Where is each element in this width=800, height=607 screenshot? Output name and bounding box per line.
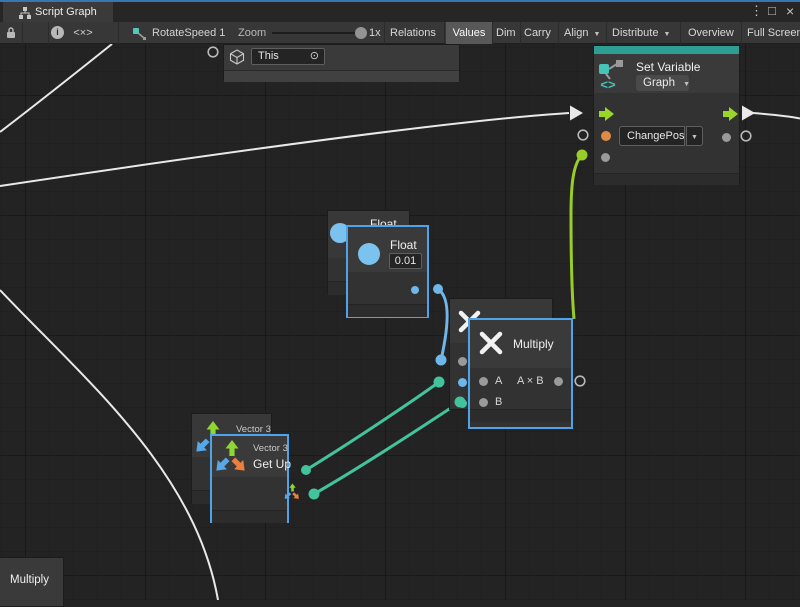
graph-breadcrumb-icon	[132, 26, 147, 41]
variable-kind-value: Graph	[643, 77, 675, 89]
this-node[interactable]: This ⊙	[223, 44, 460, 81]
chevron-down-icon: ▼	[593, 31, 600, 38]
variable-name-field[interactable]: ChangePos	[619, 126, 685, 146]
float-type-icon	[358, 243, 380, 265]
set-variable-title: Set Variable	[636, 60, 700, 74]
multiply-input-b-port[interactable]	[479, 398, 488, 407]
float-node[interactable]: Float 0.01	[346, 225, 429, 318]
variable-kind-dropdown[interactable]: Graph ▼	[636, 75, 689, 91]
script-graph-window: { "window": { "tab_title": "Script Graph…	[0, 0, 800, 600]
flow-input-port[interactable]	[599, 107, 614, 121]
flow-output-port[interactable]	[723, 107, 738, 121]
focus-accent-line	[0, 0, 800, 2]
set-variable-title-accent	[594, 46, 739, 54]
multiply-output-label: A × B	[517, 375, 544, 387]
get-up-type-label: Vector 3	[253, 443, 288, 454]
toolbar-separator	[384, 22, 385, 44]
float-footer	[348, 304, 427, 317]
input-port-connected-float[interactable]	[458, 378, 467, 387]
value-input-port[interactable]	[601, 153, 610, 162]
distribute-label: Distribute	[612, 27, 658, 39]
toolbar-button-carry[interactable]: Carry	[524, 22, 551, 44]
zoom-label: Zoom	[238, 22, 266, 44]
toolbar-separator	[520, 22, 521, 44]
toolbar-button-dim[interactable]: Dim	[496, 22, 516, 44]
window-maximize-button[interactable]: □	[768, 2, 776, 20]
tab-bar: Script Graph ⋮ □ ×	[0, 0, 800, 22]
script-graph-icon	[18, 6, 31, 19]
variable-name-value: ChangePos	[627, 130, 685, 142]
window-close-button[interactable]: ×	[786, 2, 794, 20]
multiply-icon	[477, 329, 505, 357]
graph-toolbar: i <×> RotateSpeed 1 Zoom 1x Relations Va…	[0, 22, 800, 44]
cube-icon	[229, 49, 245, 66]
chevron-down-icon: ▼	[683, 81, 690, 88]
breadcrumb-graph-name[interactable]: RotateSpeed 1	[152, 22, 225, 44]
this-node-footer	[224, 70, 459, 82]
get-up-title: Get Up	[253, 457, 291, 471]
set-variable-footer	[594, 173, 739, 185]
multiply-title: Multiply	[513, 337, 554, 351]
align-label: Align	[564, 27, 588, 39]
tab-title: Script Graph	[35, 2, 97, 22]
toolbar-button-relations[interactable]: Relations	[390, 22, 436, 44]
multiply-input-a-port[interactable]	[479, 377, 488, 386]
float-value: 0.01	[395, 255, 416, 267]
multiply-output-port[interactable]	[554, 377, 563, 386]
zoom-slider-track[interactable]	[272, 32, 356, 34]
lock-button[interactable]	[0, 22, 22, 44]
toolbar-button-distribute[interactable]: Distribute ▼	[612, 22, 670, 44]
chevron-down-icon: ▼	[691, 134, 698, 141]
toolbar-button-overview[interactable]: Overview	[688, 22, 734, 44]
code-view-button[interactable]: <×>	[48, 22, 118, 44]
value-output-port[interactable]	[722, 133, 731, 142]
toolbar-separator	[741, 22, 742, 44]
toolbar-separator	[118, 22, 119, 44]
float-title: Float	[390, 238, 417, 252]
zoom-slider-handle[interactable]	[355, 27, 367, 39]
info-button[interactable]: i	[22, 22, 48, 44]
corner-multiply-title: Multiply	[10, 574, 49, 586]
float-value-field[interactable]: 0.01	[389, 253, 422, 269]
float-output-port[interactable]	[411, 286, 419, 294]
get-up-footer	[212, 510, 287, 523]
window-menu-button[interactable]: ⋮	[750, 2, 763, 20]
toolbar-separator	[606, 22, 607, 44]
input-port-a[interactable]	[458, 357, 467, 366]
toolbar-button-values[interactable]: Values	[446, 22, 492, 44]
variable-port[interactable]	[601, 131, 611, 141]
set-variable-node[interactable]: <> Set Variable Graph ▼ ChangePos ▼	[593, 45, 740, 184]
chevron-down-icon: ▼	[663, 31, 670, 38]
variable-brackets-glyph: <>	[600, 77, 616, 90]
set-variable-icon: <>	[598, 58, 626, 90]
multiply-footer	[470, 409, 571, 422]
multiply-node[interactable]: Multiply A A × B B	[468, 318, 573, 429]
input-port-connected-vector3[interactable]	[458, 399, 467, 408]
this-object-field[interactable]: This ⊙	[251, 48, 325, 65]
vector3-get-up-node[interactable]: Vector 3 Get Up	[210, 434, 289, 523]
toolbar-button-align[interactable]: Align ▼	[564, 22, 600, 44]
toolbar-separator	[444, 22, 445, 44]
toolbar-separator	[680, 22, 681, 44]
tab-script-graph[interactable]: Script Graph	[3, 2, 113, 22]
toolbar-separator	[492, 22, 493, 44]
vector3-icon	[215, 437, 249, 475]
object-picker-icon[interactable]: ⊙	[310, 49, 319, 64]
variable-picker-dropdown[interactable]: ▼	[686, 126, 703, 146]
this-field-value: This	[258, 50, 279, 62]
zoom-value: 1x	[369, 22, 381, 44]
toolbar-button-fullscreen[interactable]: Full Screen	[747, 22, 800, 44]
multiply-input-b-label: B	[495, 396, 502, 408]
lock-icon	[5, 26, 17, 40]
multiply-input-a-label: A	[495, 375, 502, 387]
toolbar-separator	[558, 22, 559, 44]
